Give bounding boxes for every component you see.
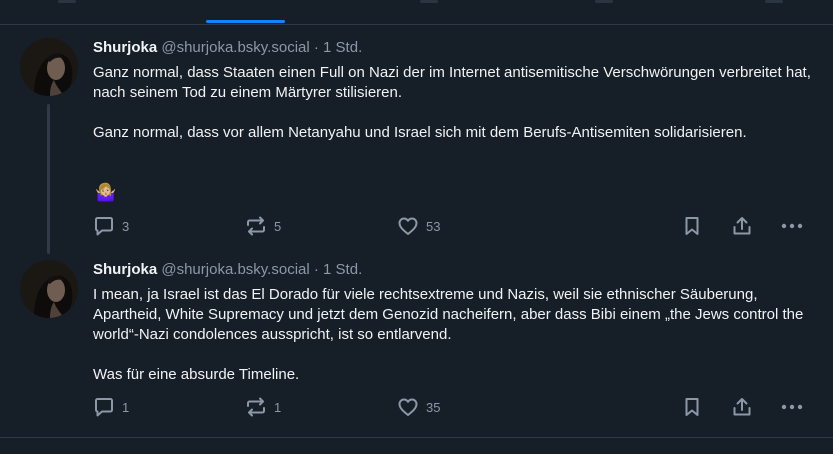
tab-remnant[interactable] xyxy=(420,0,438,3)
like-count: 35 xyxy=(426,399,441,415)
author-name[interactable]: Shurjoka xyxy=(93,39,157,56)
emoji: 🤷🏼‍♀️ xyxy=(95,183,117,202)
more-button[interactable] xyxy=(779,213,805,239)
share-icon xyxy=(733,217,751,235)
reply-count: 3 xyxy=(122,218,130,234)
repost-icon xyxy=(247,216,265,236)
author-handle[interactable]: @shurjoka.bsky.social xyxy=(161,39,309,56)
author-name[interactable]: Shurjoka xyxy=(93,261,157,278)
post-text: Ganz normal, dass Staaten einen Full on … xyxy=(93,63,818,143)
repost-count: 5 xyxy=(274,218,282,234)
heart-icon xyxy=(398,398,418,416)
post-divider xyxy=(0,437,833,438)
heart-icon xyxy=(398,217,418,235)
more-icon xyxy=(781,404,803,410)
post-header: Shurjoka @shurjoka.bsky.social · 1 Std. xyxy=(93,261,362,279)
header-separator: · xyxy=(313,261,319,278)
bookmark-icon xyxy=(685,217,699,235)
bookmark-icon xyxy=(685,398,699,416)
like-button[interactable]: 35 xyxy=(396,394,440,420)
post-paragraph: Ganz normal, dass Staaten einen Full on … xyxy=(93,64,811,101)
reply-count: 1 xyxy=(122,399,130,415)
post-actions: 3 5 53 xyxy=(0,213,833,239)
like-count: 53 xyxy=(426,218,441,234)
post-paragraph: Ganz normal, dass vor allem Netanyahu un… xyxy=(93,124,747,141)
tab-remnant[interactable] xyxy=(58,0,76,3)
more-icon xyxy=(781,223,803,229)
post-paragraph: I mean, ja Israel ist das El Dorado für … xyxy=(93,286,804,343)
share-icon xyxy=(733,398,751,416)
like-button[interactable]: 53 xyxy=(396,213,440,239)
tab-remnant[interactable] xyxy=(595,0,613,3)
author-handle[interactable]: @shurjoka.bsky.social xyxy=(161,261,309,278)
repost-button[interactable]: 5 xyxy=(244,213,281,239)
post-text: I mean, ja Israel ist das El Dorado für … xyxy=(93,285,818,385)
reply-button[interactable]: 3 xyxy=(92,213,129,239)
bookmark-button[interactable] xyxy=(680,213,704,239)
share-button[interactable] xyxy=(730,394,754,420)
post-header: Shurjoka @shurjoka.bsky.social · 1 Std. xyxy=(93,39,362,57)
avatar[interactable] xyxy=(20,260,78,318)
active-tab-indicator xyxy=(206,20,285,23)
more-button[interactable] xyxy=(779,394,805,420)
tab-remnant[interactable] xyxy=(765,0,783,3)
repost-icon xyxy=(247,397,265,417)
repost-count: 1 xyxy=(274,399,282,415)
post-actions: 1 1 35 xyxy=(0,394,833,420)
reply-button[interactable]: 1 xyxy=(92,394,129,420)
avatar-image xyxy=(20,38,78,96)
bookmark-button[interactable] xyxy=(680,394,704,420)
share-button[interactable] xyxy=(730,213,754,239)
feed-tab-bar xyxy=(0,0,833,25)
reply-icon xyxy=(95,217,113,236)
post-paragraph: Was für eine absurde Timeline. xyxy=(93,366,300,383)
repost-button[interactable]: 1 xyxy=(244,394,281,420)
header-separator: · xyxy=(313,39,319,56)
feed-page: Shurjoka @shurjoka.bsky.social · 1 Std. … xyxy=(0,0,833,454)
reply-icon xyxy=(95,398,113,417)
post-time[interactable]: 1 Std. xyxy=(323,261,362,278)
avatar[interactable] xyxy=(20,38,78,96)
post-time[interactable]: 1 Std. xyxy=(323,39,362,56)
avatar-image xyxy=(20,260,78,318)
